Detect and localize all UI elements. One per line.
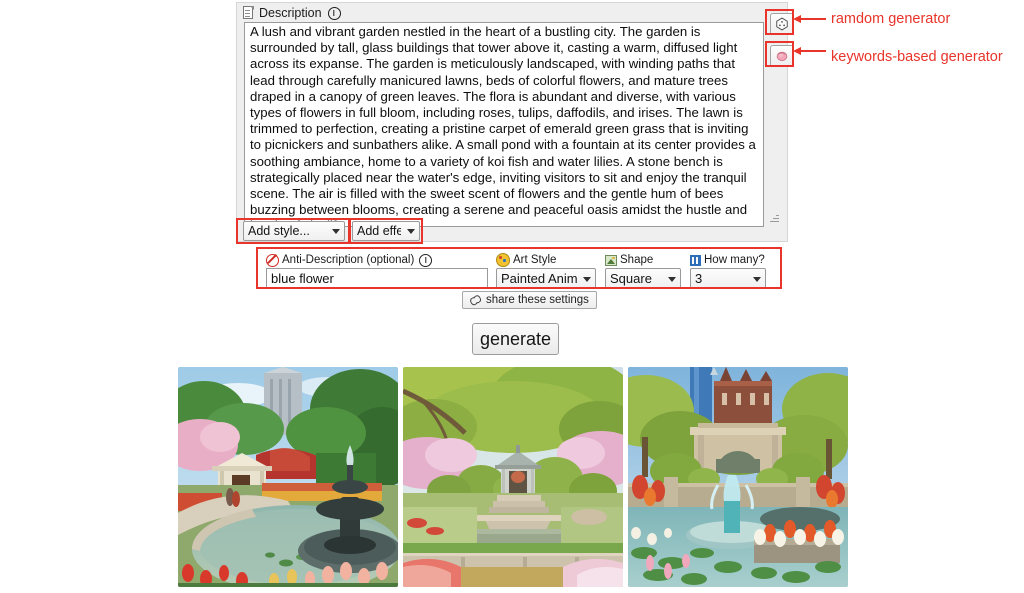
how-many-label-row: How many? — [690, 253, 766, 267]
result-image-2[interactable] — [403, 367, 623, 587]
description-header: Description — [243, 6, 341, 20]
number-icon — [690, 254, 701, 266]
garden-archway-illustration — [628, 367, 848, 587]
anti-description-label-row: Anti-Description (optional) — [266, 253, 488, 267]
art-style-select[interactable]: Painted Anime — [496, 268, 596, 289]
picture-icon — [605, 254, 617, 266]
description-label: Description — [259, 6, 322, 20]
description-input[interactable]: A lush and vibrant garden nestled in the… — [244, 22, 764, 227]
description-panel: Description A lush and vibrant garden ne… — [236, 2, 794, 242]
generate-button-label: generate — [479, 328, 552, 349]
add-style-select[interactable]: Add style... — [243, 221, 345, 241]
add-effect-select[interactable]: Add effect... — [352, 221, 420, 241]
dice-icon — [776, 17, 788, 31]
garden-gazebo-illustration — [403, 367, 623, 587]
shape-select[interactable]: Square — [605, 268, 681, 289]
garden-fountain-illustration — [178, 367, 398, 587]
how-many-select[interactable]: 3 — [690, 268, 766, 289]
annotation-label-random: ramdom generator — [831, 11, 951, 27]
random-generator-button[interactable] — [770, 13, 794, 35]
anti-description-field: Anti-Description (optional) — [266, 253, 488, 289]
art-style-label: Art Style — [513, 254, 557, 266]
generate-button[interactable]: generate — [472, 323, 559, 355]
result-image-3[interactable] — [628, 367, 848, 587]
results-gallery — [178, 367, 848, 587]
link-icon — [468, 293, 483, 308]
shape-field: Shape Square — [605, 253, 681, 289]
info-circle-icon[interactable] — [327, 6, 341, 20]
keywords-generator-button[interactable] — [770, 45, 794, 67]
info-circle-icon[interactable] — [419, 253, 433, 267]
annotation-arrow-random — [793, 15, 826, 23]
rose-blob-icon — [776, 51, 788, 61]
settings-bar: Anti-Description (optional) Art Style Pa… — [258, 249, 780, 289]
textarea-resize-grip[interactable] — [770, 213, 779, 222]
anti-description-input[interactable] — [266, 268, 488, 289]
document-icon — [243, 6, 255, 20]
anti-description-label: Anti-Description (optional) — [282, 254, 415, 266]
shape-label: Shape — [620, 254, 654, 266]
add-effect-select-wrap: Add effect... — [352, 221, 420, 241]
how-many-field: How many? 3 — [690, 253, 766, 289]
no-entry-icon — [266, 253, 279, 267]
art-style-field: Art Style Painted Anime — [496, 253, 596, 289]
shape-label-row: Shape — [605, 253, 681, 267]
annotation-label-keywords: keywords-based generator — [831, 49, 1003, 65]
result-image-1[interactable] — [178, 367, 398, 587]
annotation-arrow-keywords — [793, 47, 826, 55]
art-style-label-row: Art Style — [496, 253, 596, 267]
share-settings-label: share these settings — [486, 294, 589, 306]
palette-icon — [496, 253, 510, 267]
how-many-label: How many? — [704, 254, 765, 266]
add-style-select-wrap: Add style... — [243, 221, 345, 241]
share-settings-button[interactable]: share these settings — [462, 291, 597, 309]
